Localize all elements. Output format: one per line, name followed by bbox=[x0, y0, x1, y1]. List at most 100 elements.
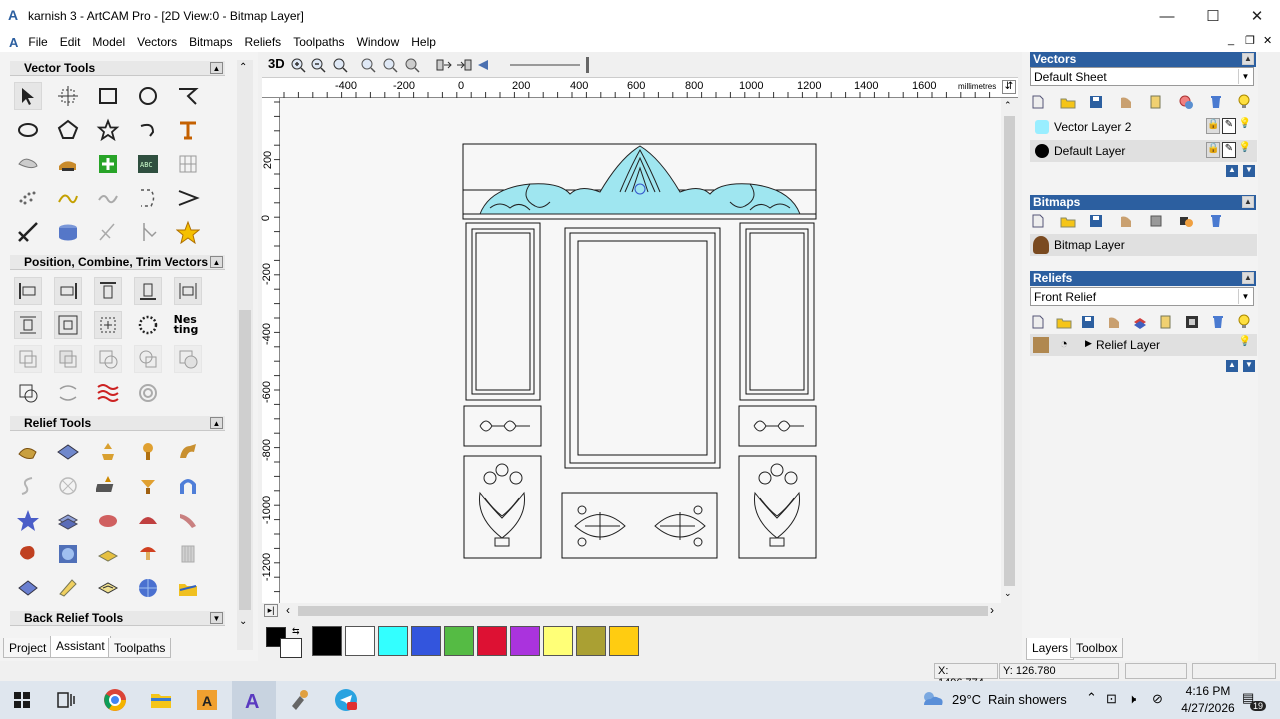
menu-file[interactable]: File bbox=[22, 35, 53, 49]
tab-toolpaths[interactable]: Toolpaths bbox=[108, 638, 172, 658]
chevron-down-icon[interactable]: ▼ bbox=[1238, 289, 1252, 304]
artcam-pro-icon[interactable]: A bbox=[240, 686, 268, 714]
join-icon[interactable] bbox=[54, 379, 82, 407]
expand-icon[interactable]: ▸| bbox=[264, 604, 278, 617]
align-right-icon[interactable] bbox=[54, 277, 82, 305]
menu-help[interactable]: Help bbox=[405, 35, 442, 49]
relief-sphere-icon[interactable] bbox=[134, 574, 162, 602]
ellipse-tool-icon[interactable] bbox=[14, 116, 42, 144]
align-center-v-icon[interactable] bbox=[14, 311, 42, 339]
scroll-up-icon[interactable]: ⌃ bbox=[1004, 100, 1012, 111]
close-button[interactable]: ✕ bbox=[1234, 0, 1280, 32]
arrow-vector-icon[interactable] bbox=[174, 184, 202, 212]
magic-star-icon[interactable] bbox=[174, 218, 202, 246]
volume-mute-icon[interactable]: 🕨 bbox=[1128, 691, 1136, 707]
palette-color-swatch[interactable] bbox=[444, 626, 474, 656]
trim-icon[interactable] bbox=[134, 345, 162, 373]
relief-eye-icon[interactable]: ◔ bbox=[1060, 336, 1068, 351]
chevron-up-icon[interactable]: ⌃ bbox=[1086, 690, 1097, 706]
layer-properties-icon[interactable] bbox=[1178, 94, 1194, 110]
lock-icon[interactable]: 🔒 bbox=[1206, 142, 1220, 158]
node-edit-icon[interactable] bbox=[134, 184, 162, 212]
tab-layers[interactable]: Layers bbox=[1026, 638, 1075, 660]
clock-time[interactable]: 4:16 PM bbox=[1180, 684, 1236, 698]
relief-spin-icon[interactable] bbox=[134, 472, 162, 500]
pin-icon[interactable]: ▲ bbox=[1242, 53, 1254, 65]
palette-color-swatch[interactable] bbox=[345, 626, 375, 656]
polygon-tool-icon[interactable] bbox=[54, 116, 82, 144]
star-tool-icon[interactable] bbox=[94, 116, 122, 144]
vector-doctor-icon[interactable] bbox=[54, 150, 82, 178]
pin-icon[interactable]: ▲ bbox=[210, 417, 223, 429]
text-tool-icon[interactable] bbox=[174, 116, 202, 144]
canvas-hscroll[interactable]: ▸| ‹ › bbox=[262, 603, 1018, 619]
zoom-previous-icon[interactable] bbox=[360, 57, 376, 73]
save-layer-icon[interactable] bbox=[1088, 94, 1104, 110]
bitmap-properties-icon[interactable] bbox=[1178, 213, 1194, 229]
delete-layer-icon[interactable] bbox=[1208, 94, 1224, 110]
task-view-icon[interactable] bbox=[52, 686, 80, 714]
spin-icon[interactable] bbox=[134, 438, 162, 466]
merge-layer-icon[interactable] bbox=[1118, 94, 1134, 110]
copy-layer-icon[interactable] bbox=[1148, 94, 1164, 110]
layer-color-icon[interactable] bbox=[1035, 120, 1049, 134]
scroll-left-icon[interactable]: ‹ bbox=[286, 603, 290, 617]
bitmap-layer-row[interactable]: Bitmap Layer bbox=[1030, 234, 1257, 256]
pin-icon[interactable]: ▲ bbox=[210, 256, 223, 268]
zoom-in-icon[interactable] bbox=[290, 57, 306, 73]
vector-layer-row[interactable]: Vector Layer 2 🔒 ✎ 💡 bbox=[1030, 116, 1257, 138]
minimize-button[interactable]: — bbox=[1144, 0, 1190, 32]
align-left-icon[interactable] bbox=[14, 277, 42, 305]
delete-layer-icon[interactable] bbox=[1208, 213, 1224, 229]
move-down-icon[interactable]: ▼ bbox=[1243, 360, 1255, 372]
menu-model[interactable]: Model bbox=[86, 35, 131, 49]
shape-editor-icon[interactable] bbox=[14, 438, 42, 466]
left-scrollbar[interactable]: ⌃ ⌄ bbox=[237, 60, 253, 650]
scroll-down-icon[interactable]: ⌄ bbox=[1004, 588, 1012, 599]
new-layer-icon[interactable] bbox=[1030, 213, 1046, 229]
film-icon[interactable] bbox=[1184, 314, 1200, 330]
palette-color-swatch[interactable] bbox=[609, 626, 639, 656]
relief-texture-icon[interactable] bbox=[54, 540, 82, 568]
relief-feather-icon[interactable] bbox=[174, 506, 202, 534]
clock-date[interactable]: 4/27/2026 bbox=[1174, 701, 1242, 715]
relief-layer-row[interactable]: ◔ ▶ Relief Layer 💡 bbox=[1030, 334, 1257, 356]
mdi-minimize-button[interactable]: _ bbox=[1228, 34, 1234, 46]
rectangle-tool-icon[interactable] bbox=[94, 82, 122, 110]
relief-arch-icon[interactable] bbox=[174, 472, 202, 500]
palette-color-swatch[interactable] bbox=[477, 626, 507, 656]
relief-star-icon[interactable] bbox=[14, 506, 42, 534]
palette-color-swatch[interactable] bbox=[576, 626, 606, 656]
zoom-out-icon[interactable] bbox=[310, 57, 326, 73]
sheet-dropdown[interactable]: Default Sheet ▼ bbox=[1030, 67, 1254, 86]
save-layer-icon[interactable] bbox=[1080, 314, 1096, 330]
relief-paste-icon[interactable] bbox=[94, 540, 122, 568]
visibility-bulb-icon[interactable]: 💡 bbox=[1238, 142, 1252, 158]
move-up-icon[interactable]: ▲ bbox=[1226, 165, 1238, 177]
align-bottom-icon[interactable] bbox=[134, 277, 162, 305]
relief-folder-icon[interactable] bbox=[174, 574, 202, 602]
add-vector-icon[interactable] bbox=[94, 150, 122, 178]
merge-layer-icon[interactable] bbox=[1118, 213, 1134, 229]
polyline-tool-icon[interactable] bbox=[174, 82, 202, 110]
relief-column-icon[interactable] bbox=[174, 540, 202, 568]
artcam-taskbar-icon[interactable]: A bbox=[193, 686, 221, 714]
relief-mushroom-icon[interactable] bbox=[134, 540, 162, 568]
zoom-selection-icon[interactable] bbox=[382, 57, 398, 73]
edit-icon[interactable]: ✎ bbox=[1222, 142, 1236, 158]
extrude-icon[interactable] bbox=[94, 438, 122, 466]
brightness-slider[interactable] bbox=[510, 64, 580, 66]
intersect-icon[interactable] bbox=[94, 345, 122, 373]
transform-tool-icon[interactable] bbox=[54, 82, 82, 110]
text-on-curve-icon[interactable]: ABC bbox=[134, 150, 162, 178]
pin-icon[interactable]: ▲ bbox=[1242, 272, 1254, 284]
subtract-icon[interactable] bbox=[54, 345, 82, 373]
relief-plane-icon[interactable] bbox=[14, 574, 42, 602]
snap-left-icon[interactable] bbox=[436, 57, 452, 73]
bezier-node-icon[interactable] bbox=[54, 184, 82, 212]
two-rail-icon[interactable] bbox=[14, 472, 42, 500]
save-layer-icon[interactable] bbox=[1088, 213, 1104, 229]
vscroll-thumb[interactable] bbox=[1004, 116, 1015, 586]
draw-line-icon[interactable] bbox=[94, 218, 122, 246]
turn-icon[interactable] bbox=[174, 438, 202, 466]
